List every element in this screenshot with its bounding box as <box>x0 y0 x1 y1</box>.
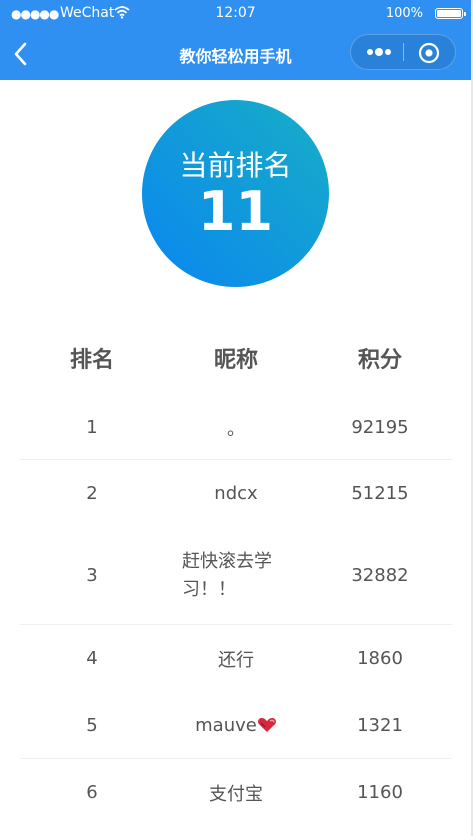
nickname-cell: ndcx <box>214 483 258 504</box>
battery-icon <box>435 8 466 19</box>
navigation-bar: 教你轻松用手机 <box>0 28 471 80</box>
score-cell: 1321 <box>357 714 403 736</box>
table-row: 1 。 92195 <box>20 396 452 460</box>
status-bar: ●●●●● WeChat 12:07 100% <box>0 0 471 28</box>
table-row: 4 还行 1860 <box>20 625 452 692</box>
score-cell: 32882 <box>351 565 409 586</box>
nickname-cell: 赶快滚去学习！！ <box>164 548 308 604</box>
rank-cell: 4 <box>86 648 98 669</box>
nickname-cell: 还行 <box>218 649 254 671</box>
rank-cell: 1 <box>86 417 98 438</box>
capsule-divider <box>403 43 404 61</box>
header-nickname: 昵称 <box>213 348 258 373</box>
battery-percent: 100% <box>385 6 423 21</box>
current-rank-label: 当前排名 <box>179 149 292 182</box>
rank-cell: 5 <box>86 714 98 736</box>
nickname-text: 赶快滚去学习！！ <box>182 550 272 600</box>
mini-program-capsule <box>350 34 456 70</box>
score-cell: 51215 <box>351 483 409 504</box>
nickname-cell: mauve <box>164 715 308 736</box>
rank-cell: 3 <box>86 565 98 586</box>
nickname-text: mauve <box>195 714 257 736</box>
heart-emoji-icon <box>257 717 277 733</box>
leaderboard-table: 排名 昵称 积分 1 。 92195 2 ndcx 51215 3 赶快滚去学习… <box>20 320 452 826</box>
score-cell: 92195 <box>351 417 409 438</box>
table-row: 3 赶快滚去学习！！ 32882 <box>20 527 452 625</box>
nickname-cell: 。 <box>227 418 245 440</box>
score-cell: 1160 <box>357 782 403 803</box>
table-row: 2 ndcx 51215 <box>20 460 452 527</box>
nickname-cell: 支付宝 <box>209 783 263 805</box>
table-row: 6 支付宝 1160 <box>20 759 452 826</box>
current-rank-value: 11 <box>197 180 274 243</box>
table-row: 5 mauve 1321 <box>20 692 452 759</box>
table-header: 排名 昵称 积分 <box>20 320 452 396</box>
score-cell: 1860 <box>357 648 403 669</box>
top-bar: ●●●●● WeChat 12:07 100% 教你轻松用手机 <box>0 0 471 80</box>
more-dots-icon[interactable] <box>361 41 397 63</box>
header-rank: 排名 <box>69 348 114 373</box>
header-score: 积分 <box>357 348 402 373</box>
rank-cell: 2 <box>86 483 98 504</box>
record-circle-icon[interactable] <box>417 41 441 65</box>
current-rank-badge: 当前排名 11 <box>142 100 329 287</box>
rank-cell: 6 <box>86 782 98 803</box>
